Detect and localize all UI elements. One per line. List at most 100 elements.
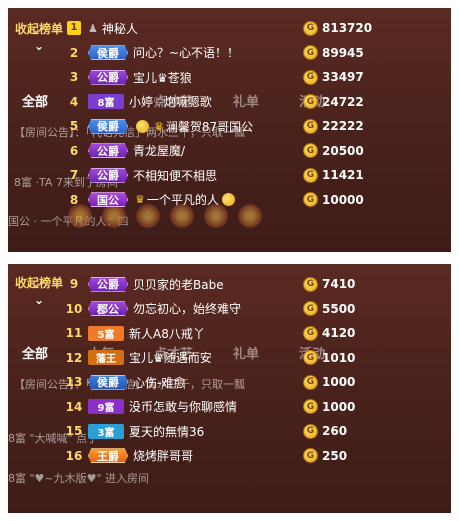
user-name: 问心？~心不语！！ <box>133 46 240 61</box>
emoji-icon <box>136 119 149 133</box>
score-value: 5500 <box>322 301 356 316</box>
title-badge: 国公 <box>88 192 128 208</box>
rank-number: 9 <box>69 277 79 292</box>
rank-number: 6 <box>69 143 79 158</box>
coin-icon: G <box>303 350 318 366</box>
collapse-leaderboard-button[interactable]: 收起榜单 ⌄ <box>12 276 66 308</box>
title-badge: 侯爵 <box>88 374 128 390</box>
title-badge: 公爵 <box>88 143 128 159</box>
score-value: 813720 <box>322 21 373 36</box>
coin-icon: G <box>303 276 318 292</box>
score-value: 250 <box>322 448 348 463</box>
rank-number: 8 <box>69 192 79 207</box>
chevron-down-icon: ⌄ <box>33 39 45 53</box>
crown-icon: ♛ <box>135 193 145 207</box>
chevron-down-icon: ⌄ <box>33 293 45 307</box>
rank-number: 4 <box>69 94 79 109</box>
coin-icon: G <box>303 325 318 341</box>
user-name: 夏天的無情36 <box>129 424 205 439</box>
score-value: 22222 <box>322 119 364 134</box>
user-name: 新人A8八戒丫 <box>129 326 205 341</box>
title-badge: 公爵 <box>88 69 128 85</box>
collapse-label: 收起榜单 <box>14 276 63 290</box>
collapse-leaderboard-button[interactable]: 收起榜单 ⌄ <box>12 22 66 54</box>
crown-icon: ♛ <box>154 119 164 133</box>
leaderboard-row[interactable]: 10 郡公 勿忘初心，始终难守 G 5500 <box>60 297 445 322</box>
user-name: 贝贝家的老Babe <box>133 277 224 292</box>
user-name: 青龙屋魔/ <box>133 144 186 159</box>
rank-number: 3 <box>69 70 79 85</box>
emoji-icon <box>221 193 235 207</box>
leaderboard-row[interactable]: 5 侯爵 ♛ 澜馨贺87哥国公 G 22222 <box>60 114 445 139</box>
score-value: 10000 <box>322 192 364 207</box>
wealth-badge: 5富 <box>88 325 124 341</box>
user-name: 澜馨贺87哥国公 <box>165 119 254 134</box>
tab-all[interactable]: 全部 <box>22 91 48 110</box>
leaderboard-row[interactable]: 1 ♟ 神秘人 G 813720 <box>60 16 445 41</box>
leaderboard-row[interactable]: 4 8富 小婷♡炮嘛嗯歌 G 24722 <box>60 90 445 115</box>
leaderboard-row[interactable]: 8 国公 ♛ 一个平凡的人 G 10000 <box>60 188 445 213</box>
leaderboard-row[interactable]: 15 3富 夏天的無情36 G 260 <box>60 419 445 444</box>
coin-icon: G <box>303 45 318 61</box>
leaderboard-row[interactable]: 2 侯爵 问心？~心不语！！ G 89945 <box>60 41 445 66</box>
leaderboard-row[interactable]: 6 公爵 青龙屋魔/ G 20500 <box>60 139 445 164</box>
coin-icon: G <box>303 143 318 159</box>
wealth-badge: 8富 <box>88 94 124 110</box>
person-icon: ♟ <box>88 21 98 35</box>
score-value: 1010 <box>322 350 356 365</box>
user-name: 烧烤胖哥哥 <box>133 449 194 464</box>
leaderboard-row[interactable]: 13 侯爵 心伤-难愈 G 1000 <box>60 370 445 395</box>
score-value: 89945 <box>322 45 364 60</box>
score-value: 24722 <box>322 94 364 109</box>
leaderboard-row[interactable]: 12 藩王 宝儿♛随遇而安 G 1010 <box>60 346 445 371</box>
rank-number: 15 <box>65 424 83 439</box>
score-value: 20500 <box>322 143 364 158</box>
leaderboard-list: 1 ♟ 神秘人 G 813720 2 侯爵 问心？~心不语！！ G 89945 3 … <box>60 16 445 212</box>
leaderboard-list: 9 公爵 贝贝家的老Babe G 7410 10 郡公 勿忘初心，始终难守 G 55… <box>60 272 445 468</box>
tab-all[interactable]: 全部 <box>22 343 48 362</box>
coin-icon: G <box>303 192 318 208</box>
user-name: 不相知便不相思 <box>133 168 218 183</box>
coin-icon: G <box>303 118 318 134</box>
score-value: 1000 <box>322 375 356 390</box>
coin-icon: G <box>303 374 318 390</box>
leaderboard-panel-bottom: 全部 人气 点才艺 礼单 活动 【房间公告】：「代语先信」两水三千，只取一瓢 8… <box>8 264 451 513</box>
user-name: 小婷♡炮嘛嗯歌 <box>129 95 212 110</box>
score-value: 7410 <box>322 277 356 292</box>
leaderboard-row[interactable]: 9 公爵 贝贝家的老Babe G 7410 <box>60 272 445 297</box>
panel-divider <box>0 252 459 264</box>
title-badge: 公爵 <box>88 167 128 183</box>
title-badge: 郡公 <box>88 301 128 317</box>
score-value: 1000 <box>322 399 356 414</box>
title-badge: 藩王 <box>88 350 124 366</box>
leaderboard-row[interactable]: 7 公爵 不相知便不相思 G 11421 <box>60 163 445 188</box>
coin-icon: G <box>303 69 318 85</box>
coin-icon: G <box>303 167 318 183</box>
leaderboard-row[interactable]: 3 公爵 宝儿♛苍狼 G 33497 <box>60 65 445 90</box>
title-badge: 侯爵 <box>88 118 128 134</box>
wealth-badge: 9富 <box>88 399 124 415</box>
wealth-badge: 3富 <box>88 423 124 439</box>
coin-icon: G <box>303 20 318 36</box>
user-name: 神秘人 <box>101 21 138 36</box>
leaderboard-panel-top: 全部 人气 点才艺 礼单 活动 【房间公告】：「代语先信」两水三千，只取一瓢 8… <box>8 8 451 252</box>
score-value: 11421 <box>322 168 364 183</box>
rank-number: 1 <box>67 21 81 36</box>
user-name: 宝儿♛随遇而安 <box>129 351 212 366</box>
leaderboard-row[interactable]: 16 王爵 烧烤胖哥哥 G 250 <box>60 444 445 469</box>
leaderboard-row[interactable]: 11 5富 新人A8八戒丫 G 4120 <box>60 321 445 346</box>
rank-number: 11 <box>65 326 83 341</box>
title-badge: 王爵 <box>88 448 128 464</box>
rank-number: 12 <box>65 350 83 365</box>
score-value: 33497 <box>322 70 364 85</box>
coin-icon: G <box>303 448 318 464</box>
leaderboard-row[interactable]: 14 9富 没币怎敢与你聊感情 G 1000 <box>60 395 445 420</box>
rank-number: 2 <box>69 45 79 60</box>
title-badge: 侯爵 <box>88 45 128 61</box>
coin-icon: G <box>303 94 318 110</box>
rank-number: 10 <box>65 301 83 316</box>
collapse-label: 收起榜单 <box>14 22 63 36</box>
rank-number: 5 <box>69 119 79 134</box>
user-name: 勿忘初心，始终难守 <box>133 302 242 317</box>
chat-line: 8富 "♥~九木版♥" 进入房间 <box>8 472 150 485</box>
